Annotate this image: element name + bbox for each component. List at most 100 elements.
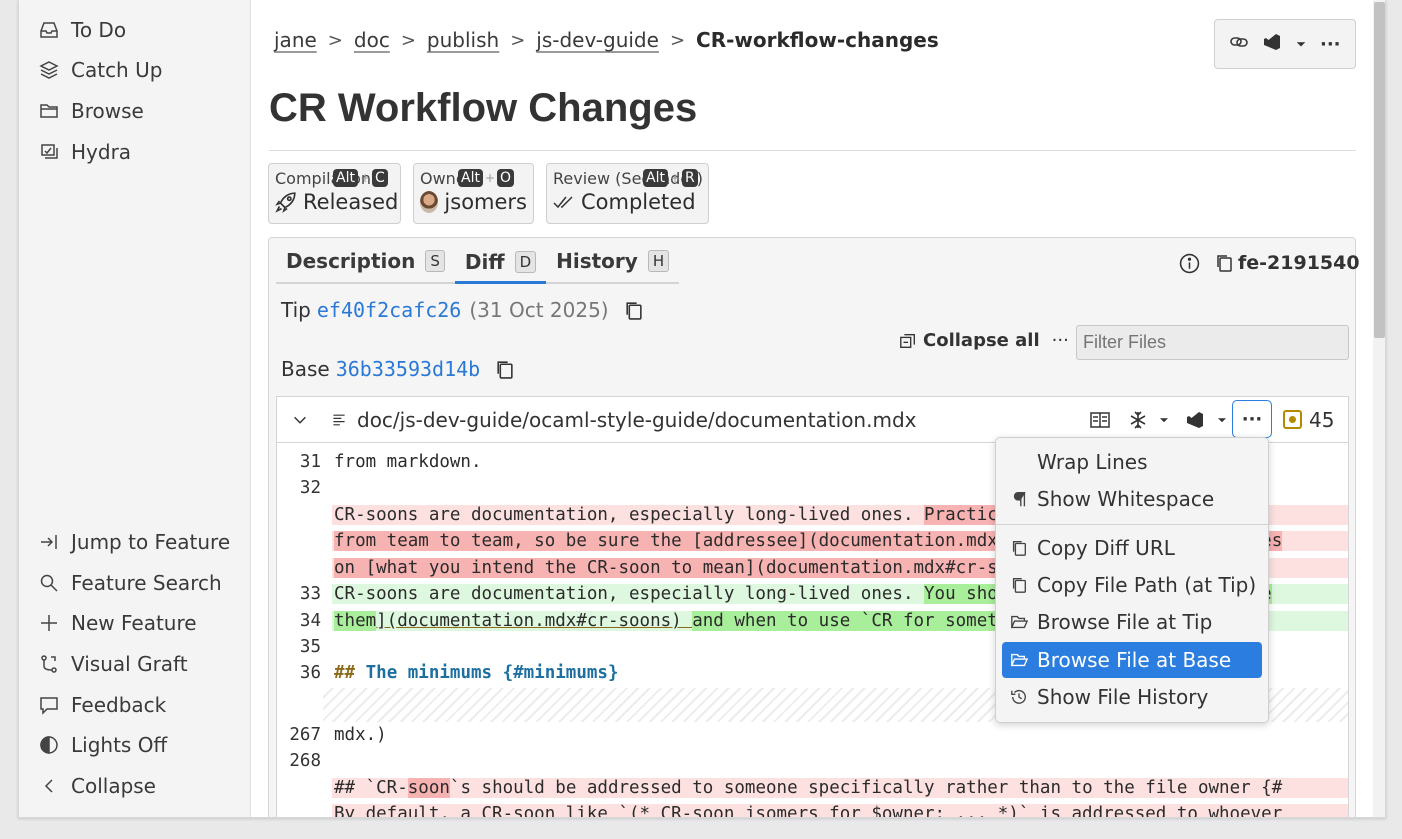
menu-separator [996,524,1268,525]
tab-label: History [556,249,638,273]
chevron-down-icon[interactable] [1158,414,1170,426]
sidebar-item-label: Browse [71,99,144,123]
sidebar-item-jump-to-feature[interactable]: Jump to Feature [19,524,251,560]
sidebar-item-label: Collapse [71,774,156,798]
copy-icon[interactable] [623,300,644,321]
feedback-icon [36,695,62,715]
filter-files-input[interactable] [1076,325,1349,360]
menu-item-copy-diff-url[interactable]: Copy Diff URL [1002,530,1262,566]
sidebar-item-collapse[interactable]: Collapse [19,768,251,804]
menu-item-label: Copy Diff URL [1037,536,1175,560]
field-value-text: jsomers [444,190,527,214]
file-actions-menu: Wrap Lines Show Whitespace Copy Diff URL… [995,437,1269,723]
copy-icon[interactable] [494,359,515,380]
collapse-icon [899,332,917,350]
chevron-down-icon[interactable] [291,411,309,429]
breadcrumb-link[interactable]: doc [354,28,390,52]
sidebar-item-catch-up[interactable]: Catch Up [19,52,251,88]
copy-icon[interactable] [1214,253,1234,273]
line-number: 268 [289,751,321,771]
divider [269,150,1356,151]
vscode-icon[interactable] [1185,410,1205,430]
kbd-plus: + [359,171,371,185]
menu-item-label: Browse File at Base [1037,648,1232,672]
split-view-icon[interactable] [1090,410,1110,430]
sidebar-item-label: Visual Graft [71,652,188,676]
sidebar-item-label: New Feature [71,611,197,635]
tip-hash-link[interactable]: ef40f2cafc26 [317,298,462,322]
layers-icon [36,60,62,80]
collapse-all-button[interactable]: Collapse all ··· [899,330,1069,351]
base-line: Base 36b33593d14b [281,357,515,381]
kbd-plus: + [484,171,496,185]
breadcrumb-separator: > [669,29,686,51]
sidebar-item-todo[interactable]: To Do [19,12,251,48]
field-compilation[interactable]: Compilation Alt + C Released [268,163,401,224]
base-hash-link[interactable]: 36b33593d14b [336,357,481,381]
inbox-icon [36,20,62,40]
more-icon[interactable]: ··· [1052,330,1069,351]
comment-badge-icon[interactable] [1283,410,1302,429]
info-icon[interactable] [1179,253,1200,274]
field-value: jsomers [420,190,527,214]
breadcrumb-link[interactable]: publish [427,28,499,52]
link-icon[interactable] [1229,32,1249,56]
more-icon[interactable]: ··· [1320,34,1341,55]
sidebar-item-browse[interactable]: Browse [19,93,251,129]
hydra-icon [36,142,62,162]
sidebar-item-feedback[interactable]: Feedback [19,687,251,723]
vscode-icon[interactable] [1262,32,1282,56]
folder-open-icon [1010,613,1032,631]
breadcrumb-separator: > [327,29,343,51]
feature-id-text[interactable]: fe-2191540 [1238,252,1360,274]
menu-item-copy-file-path[interactable]: Copy File Path (at Tip) [1002,567,1262,603]
menu-item-browse-file-at-base[interactable]: Browse File at Base [1002,642,1262,678]
tab-history[interactable]: History H [546,246,679,282]
sidebar-item-label: To Do [71,18,127,42]
code-line: 267 mdx.) [277,722,1348,748]
tab-shortcut: H [647,250,670,272]
tab-shortcut: S [425,250,445,272]
field-value-text: Completed [581,190,696,214]
tab-shortcut: D [514,250,537,273]
chevron-down-icon[interactable] [1295,35,1307,54]
vertical-scrollbar[interactable] [1373,0,1385,817]
scrollbar-thumb[interactable] [1374,2,1385,338]
breadcrumb-link[interactable]: jane [274,28,317,52]
line-number: 267 [289,725,321,745]
code-line: 268 [277,748,1348,774]
feature-id: fe-2191540 [1179,252,1360,274]
header-toolbar: ··· [1214,19,1356,69]
kbd-key: Alt [643,169,668,187]
sidebar-item-feature-search[interactable]: Feature Search [19,565,251,601]
menu-item-show-file-history[interactable]: Show File History [1002,679,1262,715]
tab-description[interactable]: Description S [276,246,455,282]
jump-icon [36,532,62,552]
chevron-down-icon[interactable] [1216,414,1228,426]
field-owner[interactable]: Owner Alt + O jsomers [413,163,534,224]
sidebar-item-visual-graft[interactable]: Visual Graft [19,646,251,682]
sidebar-item-hydra[interactable]: Hydra [19,134,251,170]
plus-icon [36,613,62,633]
sidebar-item-lights-off[interactable]: Lights Off [19,727,251,763]
menu-item-browse-file-at-tip[interactable]: Browse File at Tip [1002,604,1262,640]
field-review[interactable]: Review (Seconder) Alt + R Completed [546,163,709,224]
line-text: ## The minimums {#minimums} [334,663,619,683]
line-text: mdx.) [334,725,387,745]
rocket-icon [275,191,297,213]
app-window: To Do Catch Up Browse Hydra Jump to Feat… [18,0,1386,818]
history-icon [1010,688,1032,706]
file-path[interactable]: doc/js-dev-guide/ocaml-style-guide/docum… [357,408,916,432]
tab-diff[interactable]: Diff D [454,248,547,284]
file-more-button[interactable]: ··· [1232,400,1272,438]
menu-item-show-whitespace[interactable]: Show Whitespace [1002,481,1262,517]
kbd-key: R [682,169,698,187]
pilcrow-icon [1010,490,1032,508]
whitespace-icon[interactable] [1128,410,1148,430]
menu-item-wrap-lines[interactable]: Wrap Lines [1002,444,1262,480]
breadcrumb-link[interactable]: js-dev-guide [536,28,659,52]
graft-icon [36,654,62,674]
breadcrumb: jane > doc > publish > js-dev-guide > CR… [274,28,939,52]
sidebar-item-new-feature[interactable]: New Feature [19,605,251,641]
sidebar-item-label: Catch Up [71,58,163,82]
